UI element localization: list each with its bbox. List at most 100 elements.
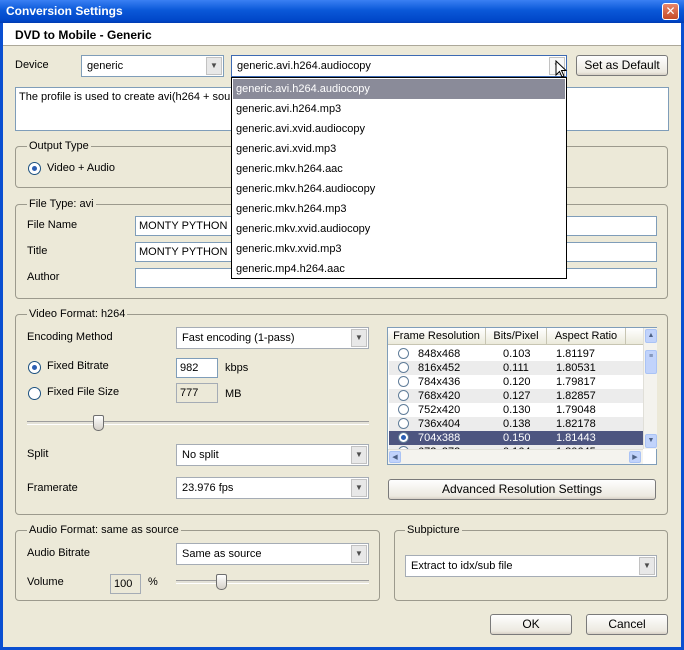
window-titlebar[interactable]: Conversion Settings — [0, 0, 684, 23]
split-label: Split — [27, 448, 49, 460]
profile-option[interactable]: generic.avi.xvid.audiocopy — [233, 119, 565, 139]
resolution-table[interactable]: Frame Resolution Bits/Pixel Aspect Ratio… — [387, 327, 657, 465]
profile-option[interactable]: generic.mkv.xvid.mp3 — [233, 239, 565, 259]
table-vertical-scrollbar[interactable]: ▲ ≡ ▼ — [643, 328, 657, 449]
cell-res: 784x436 — [418, 376, 461, 388]
scroll-up-icon[interactable]: ▲ — [645, 329, 657, 343]
ok-button[interactable]: OK — [490, 614, 572, 635]
scroll-left-icon[interactable]: ◀ — [389, 451, 401, 463]
chevron-down-icon: ▼ — [351, 329, 367, 347]
profile-option[interactable]: generic.mkv.xvid.audiocopy — [233, 219, 565, 239]
video-audio-radio[interactable] — [28, 162, 41, 175]
profile-option[interactable]: generic.avi.xvid.mp3 — [233, 139, 565, 159]
window-title: Conversion Settings — [6, 4, 123, 18]
profile-description-text: The profile is used to create avi(h264 +… — [19, 91, 246, 103]
encoding-method-select[interactable]: Fast encoding (1-pass) ▼ — [176, 327, 369, 349]
advanced-resolution-button[interactable]: Advanced Resolution Settings — [388, 479, 656, 500]
file-name-label: File Name — [27, 219, 78, 231]
cell-res: 704x388 — [418, 432, 461, 444]
quality-slider-thumb[interactable] — [93, 415, 105, 431]
table-row[interactable]: 704x388 0.150 1.81443 — [389, 431, 643, 445]
cell-ar: 1.82857 — [556, 390, 596, 402]
cell-bpp: 0.111 — [503, 362, 529, 374]
row-radio[interactable] — [398, 362, 409, 373]
row-radio[interactable] — [398, 348, 409, 359]
cell-ar: 1.82178 — [556, 418, 596, 430]
quality-slider-track[interactable] — [27, 421, 369, 425]
framerate-select[interactable]: 23.976 fps ▼ — [176, 477, 369, 499]
chevron-down-icon: ▼ — [206, 57, 222, 75]
profile-option[interactable]: generic.mkv.h264.audiocopy — [233, 179, 565, 199]
profile-select-value: generic.avi.h264.audiocopy — [237, 60, 371, 72]
volume-slider-thumb[interactable] — [216, 574, 228, 590]
scroll-down-icon[interactable]: ▼ — [645, 434, 657, 448]
cell-ar: 1.80531 — [556, 362, 596, 374]
audio-bitrate-label: Audio Bitrate — [27, 547, 90, 559]
volume-input[interactable]: 100 — [110, 574, 141, 594]
video-format-title: Video Format: h264 — [27, 308, 128, 320]
close-button[interactable]: ✕ — [662, 3, 679, 20]
row-radio[interactable] — [398, 376, 409, 387]
profile-option[interactable]: generic.avi.h264.mp3 — [233, 99, 565, 119]
col-aspect-ratio[interactable]: Aspect Ratio — [547, 328, 626, 345]
subpicture-title: Subpicture — [405, 524, 462, 536]
device-select-value: generic — [87, 60, 124, 72]
table-row[interactable]: 752x420 0.130 1.79048 — [389, 403, 643, 417]
file-size-unit: MB — [225, 388, 242, 400]
set-as-default-button[interactable]: Set as Default — [576, 55, 668, 76]
file-size-input[interactable]: 777 — [176, 383, 218, 403]
chevron-down-icon: ▼ — [351, 446, 367, 464]
cell-ar: 1.79817 — [556, 376, 596, 388]
author-label: Author — [27, 271, 60, 283]
cell-bpp: 0.130 — [503, 404, 531, 416]
chevron-down-icon: ▼ — [639, 557, 655, 575]
cell-bpp: 0.150 — [503, 432, 531, 444]
profile-option[interactable]: generic.mkv.h264.mp3 — [233, 199, 565, 219]
file-type-title: File Type: avi — [27, 198, 96, 210]
volume-slider-track[interactable] — [176, 580, 369, 584]
profile-dropdown-list[interactable]: generic.avi.h264.audiocopy generic.avi.h2… — [231, 77, 567, 279]
profile-select[interactable]: generic.avi.h264.audiocopy ▼ — [231, 55, 567, 77]
split-select[interactable]: No split ▼ — [176, 444, 369, 466]
cancel-button[interactable]: Cancel — [586, 614, 668, 635]
col-frame-resolution[interactable]: Frame Resolution — [388, 328, 486, 345]
volume-label: Volume — [27, 576, 64, 588]
bitrate-input[interactable]: 982 — [176, 358, 218, 378]
row-radio[interactable] — [398, 404, 409, 415]
profile-option[interactable]: generic.mkv.h264.aac — [233, 159, 565, 179]
profile-option[interactable]: generic.mp4.h264.aac — [233, 259, 565, 279]
table-row[interactable]: 784x436 0.120 1.79817 — [389, 375, 643, 389]
table-horizontal-scrollbar[interactable]: ◀ ▶ — [388, 449, 643, 464]
volume-unit: % — [148, 576, 158, 588]
scroll-right-icon[interactable]: ▶ — [629, 451, 641, 463]
subpicture-select[interactable]: Extract to idx/sub file ▼ — [405, 555, 657, 577]
table-row[interactable]: 736x404 0.138 1.82178 — [389, 417, 643, 431]
cell-res: 816x452 — [418, 362, 461, 374]
file-name-value: MONTY PYTHON — [139, 220, 228, 232]
subpicture-value: Extract to idx/sub file — [411, 560, 513, 572]
cell-res: 736x404 — [418, 418, 461, 430]
close-icon: ✕ — [665, 4, 676, 18]
output-type-title: Output Type — [27, 140, 91, 152]
scroll-thumb[interactable]: ≡ — [645, 350, 657, 374]
table-row[interactable]: 848x468 0.103 1.81197 — [389, 347, 643, 361]
row-radio[interactable] — [398, 432, 409, 443]
row-radio[interactable] — [398, 418, 409, 429]
table-row[interactable]: 816x452 0.111 1.80531 — [389, 361, 643, 375]
title-value: MONTY PYTHON — [139, 246, 228, 258]
volume-value: 100 — [114, 578, 133, 590]
page-title: DVD to Mobile - Generic — [15, 28, 152, 42]
file-size-value: 777 — [180, 387, 199, 399]
row-radio[interactable] — [398, 390, 409, 401]
fixed-file-size-radio[interactable] — [28, 387, 41, 400]
cell-res: 848x468 — [418, 348, 461, 360]
audio-bitrate-select[interactable]: Same as source ▼ — [176, 543, 369, 565]
fixed-bitrate-label: Fixed Bitrate — [47, 360, 109, 372]
device-select[interactable]: generic ▼ — [81, 55, 224, 77]
split-value: No split — [182, 449, 219, 461]
table-row[interactable]: 768x420 0.127 1.82857 — [389, 389, 643, 403]
profile-option[interactable]: generic.avi.h264.audiocopy — [233, 79, 565, 99]
fixed-bitrate-radio[interactable] — [28, 361, 41, 374]
video-audio-label: Video + Audio — [47, 162, 115, 174]
col-bits-per-pixel[interactable]: Bits/Pixel — [486, 328, 547, 345]
